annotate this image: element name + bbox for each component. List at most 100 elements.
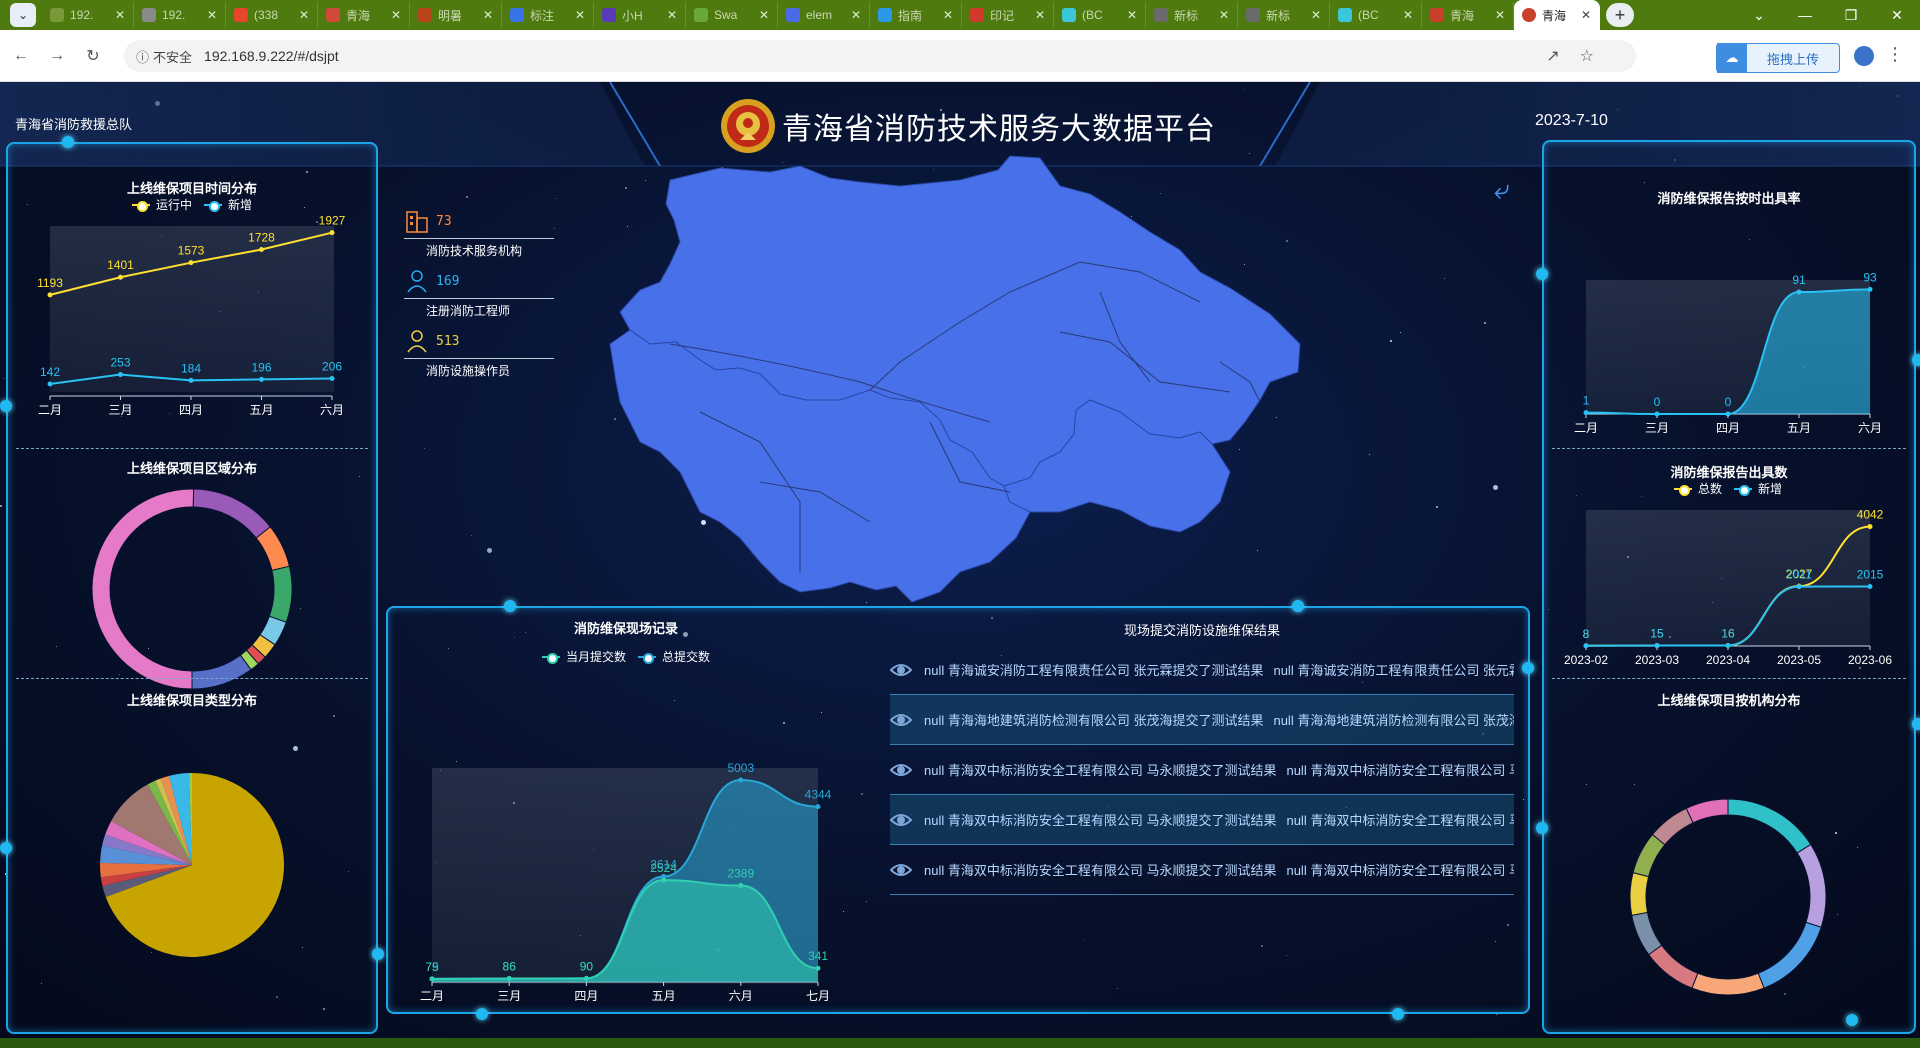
x-tick-label: 五月 [652,989,676,1003]
x-tick-label: 三月 [497,989,521,1003]
browser-tab[interactable]: 标注 ✕ [502,2,594,28]
feed-text: null 青海双中标消防安全工程有限公司 马永顺提交了测试结果 [924,813,1277,828]
reload-button[interactable]: ↻ [78,46,108,66]
feed-row[interactable]: null 青海双中标消防安全工程有限公司 马永顺提交了测试结果 null 青海双中… [890,845,1514,895]
forward-button[interactable]: → [42,47,72,65]
browser-tab[interactable]: 明暑 ✕ [410,2,502,28]
tab-label: 192. [162,8,186,22]
security-indicator[interactable]: 不安全 [136,47,192,66]
tab-label: 印记 [990,8,1015,23]
data-point [506,976,512,982]
close-icon[interactable]: ✕ [575,8,585,22]
feed-text-repeat: null 青海诚安消防工程有限责任公司 张元霖提交了测试结果 [1273,663,1514,678]
tab-active[interactable]: 青海 ✕ [1514,0,1600,30]
tab-label: (BC [1358,8,1379,22]
tab-favicon-icon [1338,8,1352,22]
new-tab-button[interactable]: + [1606,3,1634,27]
browser-tab[interactable]: 小H ✕ [594,2,686,28]
browser-tab[interactable]: 印记 ✕ [962,2,1054,28]
profile-avatar[interactable] [1854,46,1874,66]
tab-bar: ⌄ 192. ✕ 192. ✕ (338 ✕ 青海 ✕ 明暑 ✕ 标注 ✕ 小H ✕ Swa ✕ elem ✕ 指南… [0,0,1920,30]
cloud-icon: ☁ [1717,43,1747,73]
tab-favicon-icon [1154,8,1168,22]
close-icon[interactable]: ✕ [1311,8,1321,22]
menu-icon[interactable]: ⋮ [1886,44,1904,65]
browser-tab[interactable]: 青海 ✕ [318,2,410,28]
tab-favicon-icon [1430,8,1444,22]
data-point [738,777,744,783]
minimize-button[interactable]: — [1782,7,1828,23]
tab-label: 指南 [898,8,923,23]
x-tick-label: 四月 [574,989,598,1003]
upload-label: 拖拽上传 [1766,51,1819,67]
data-label: 86 [503,960,517,974]
tab-search-button[interactable]: ⌄ [10,3,36,27]
browser-tab[interactable]: 指南 ✕ [870,2,962,28]
data-label: 2524 [650,861,677,875]
data-label: 90 [580,959,594,973]
close-icon[interactable]: ✕ [1219,8,1229,22]
feed-title: 现场提交消防设施维保结果 [1124,623,1281,638]
tabs-container: 192. ✕ 192. ✕ (338 ✕ 青海 ✕ 明暑 ✕ 标注 ✕ 小H ✕ Swa ✕ elem ✕ 指南 ✕ 印… [42,2,1514,28]
close-icon[interactable]: ✕ [759,8,769,22]
feed-row[interactable]: null 青海双中标消防安全工程有限公司 马永顺提交了测试结果 null 青海双中… [890,745,1514,795]
close-icon[interactable]: ✕ [851,8,861,22]
browser-tab[interactable]: (BC ✕ [1330,2,1422,28]
browser-tab[interactable]: (338 ✕ [226,2,318,28]
back-button[interactable]: ← [6,47,36,65]
tab-label: (338 [254,8,279,22]
share-icon[interactable]: ↗ [1546,46,1559,66]
tab-favicon-icon [510,8,524,22]
close-icon[interactable]: ✕ [943,8,953,22]
feed-row[interactable]: null 青海双中标消防安全工程有限公司 马永顺提交了测试结果 null 青海双中… [890,795,1514,845]
upload-button[interactable]: ☁ 拖拽上传 [1716,43,1840,73]
close-icon[interactable]: ✕ [1581,8,1591,22]
browser-tab[interactable]: 192. ✕ [42,2,134,28]
close-icon[interactable]: ✕ [299,8,309,22]
browser-tab[interactable]: (BC ✕ [1054,2,1146,28]
close-icon[interactable]: ✕ [1495,8,1505,22]
tab-favicon-icon [878,8,892,22]
feed-row[interactable]: null 青海诚安消防工程有限责任公司 张元霖提交了测试结果 null 青海诚安消… [890,645,1514,695]
close-icon[interactable]: ✕ [115,8,125,22]
eye-icon[interactable] [890,659,912,681]
close-icon[interactable]: ✕ [667,8,677,22]
close-icon[interactable]: ✕ [207,8,217,22]
tab-favicon-icon [142,8,156,22]
tab-list-icon[interactable]: ⌄ [1736,7,1782,24]
data-point [738,883,744,889]
data-label: 75 [425,960,439,974]
browser-tab[interactable]: 新标 ✕ [1238,2,1330,28]
close-icon[interactable]: ✕ [1127,8,1137,22]
restore-button[interactable]: ❐ [1828,7,1874,24]
x-tick-label: 二月 [420,989,444,1003]
data-point [815,965,821,971]
browser-tab[interactable]: elem ✕ [778,2,870,28]
eye-icon[interactable] [890,709,912,731]
browser-tab[interactable]: 青海 ✕ [1422,2,1514,28]
data-label: 2389 [727,867,754,881]
feed-text-repeat: null 青海双中标消防安全工程有限公司 马永顺提交了测试结果 [1286,763,1514,778]
browser-tab[interactable]: Swa ✕ [686,2,778,28]
tab-label: 192. [70,8,94,22]
tab-label: 青海 [346,8,371,23]
close-window-button[interactable]: ✕ [1874,7,1920,24]
tab-favicon-icon [1062,8,1076,22]
eye-icon[interactable] [890,859,912,881]
data-point [583,975,589,981]
browser-tab[interactable]: 192. ✕ [134,2,226,28]
eye-icon[interactable] [890,809,912,831]
eye-icon[interactable] [890,759,912,781]
data-label: 4344 [805,788,832,802]
window-controls: ⌄ — ❐ ✕ [1736,0,1920,30]
feed-text-repeat: null 青海双中标消防安全工程有限公司 马永顺提交了测试结果 [1286,813,1514,828]
address-bar[interactable]: 不安全 192.168.9.222/#/dsjpt [124,40,1636,72]
browser-tab[interactable]: 新标 ✕ [1146,2,1238,28]
close-icon[interactable]: ✕ [1403,8,1413,22]
bookmark-star-icon[interactable]: ☆ [1580,46,1594,66]
data-label: 341 [808,949,828,963]
close-icon[interactable]: ✕ [1035,8,1045,22]
feed-row[interactable]: null 青海海地建筑消防检测有限公司 张茂海提交了测试结果 null 青海海地建… [890,695,1514,745]
close-icon[interactable]: ✕ [483,8,493,22]
close-icon[interactable]: ✕ [391,8,401,22]
